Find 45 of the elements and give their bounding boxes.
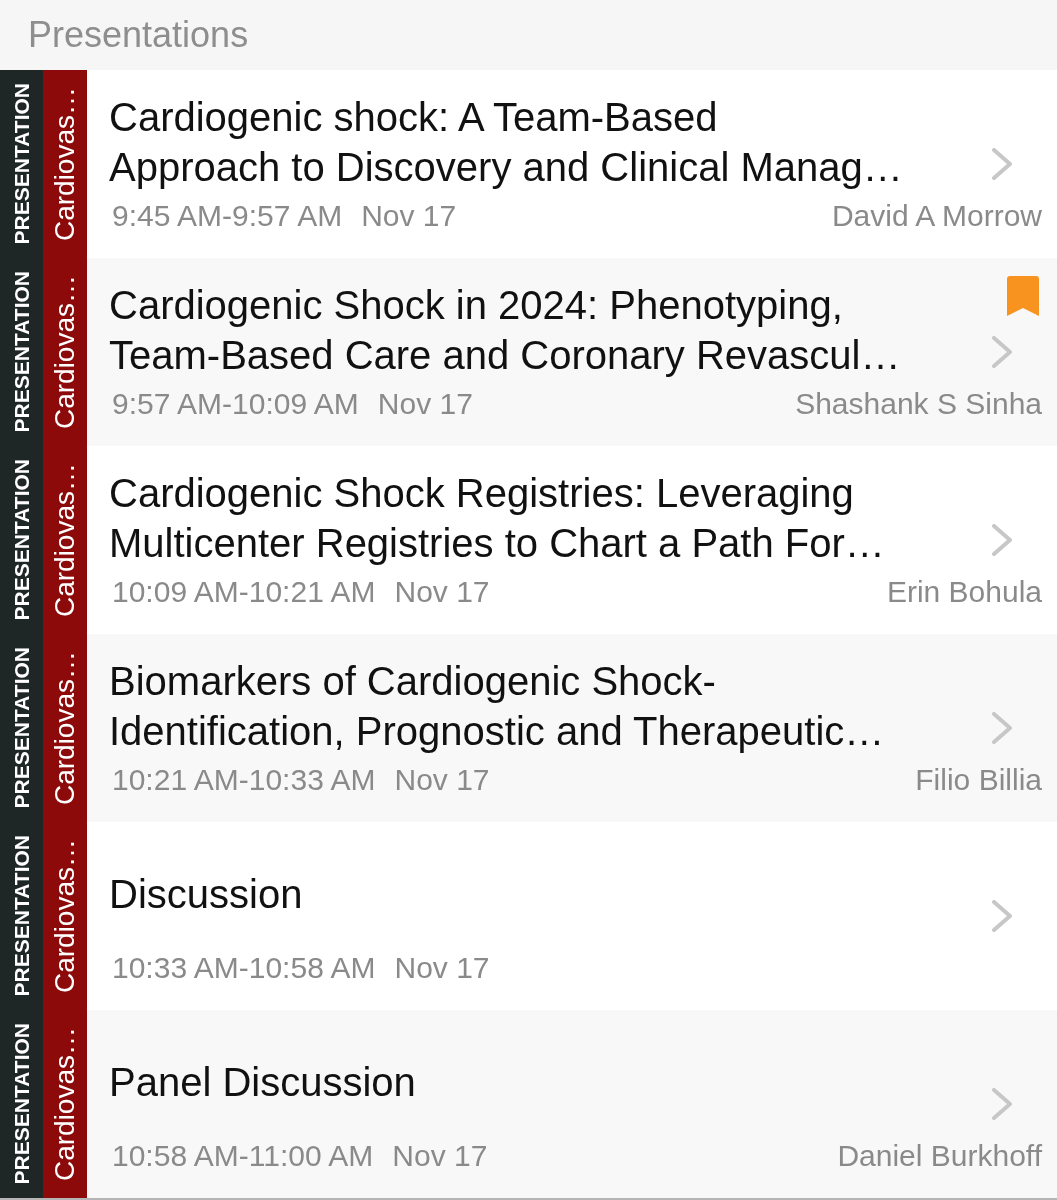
presentation-row[interactable]: PRESENTATION Cardiovas… Biomarkers of Cardiogenic Shock- Identification, Prognostic and Therapeutic… 10:21 AM-10:33 AM Nov 17 Filio Billia xyxy=(0,634,1057,822)
session-date: Nov 17 xyxy=(361,201,457,231)
session-type-label: PRESENTATION xyxy=(11,835,32,997)
time-range: 9:57 AM-10:09 AM xyxy=(112,389,359,419)
speaker-name: Erin Bohula xyxy=(886,577,1042,607)
chevron-right-icon xyxy=(992,900,1012,932)
time-range: 10:33 AM-10:58 AM xyxy=(112,953,376,983)
session-type-label: PRESENTATION xyxy=(11,459,32,621)
session-date: Nov 17 xyxy=(394,765,490,795)
presentation-title: Cardiogenic shock: A Team-Based Approach to Discovery and Clinical Manag… xyxy=(109,94,903,191)
presentation-row[interactable]: PRESENTATION Cardiovas… Cardiogenic Shock in 2024: Phenotyping, Team-Based Care and Coronary Revascul… 9:57 AM-10:09 AM Nov 17 Shashank S Sinha xyxy=(0,258,1057,446)
time-range: 10:21 AM-10:33 AM xyxy=(112,765,376,795)
speaker-name: Daniel Burkhoff xyxy=(837,1141,1042,1171)
session-date: Nov 17 xyxy=(377,389,473,419)
track-label: Cardiovas… xyxy=(51,462,79,618)
time-range: 10:09 AM-10:21 AM xyxy=(112,577,376,607)
track-label: Cardiovas… xyxy=(51,86,79,242)
track-label: Cardiovas… xyxy=(51,838,79,994)
session-type-label: PRESENTATION xyxy=(11,83,32,245)
time-range: 10:58 AM-11:00 AM xyxy=(112,1141,374,1171)
session-type-label: PRESENTATION xyxy=(11,271,32,433)
presentation-title: Cardiogenic Shock in 2024: Phenotyping, Team-Based Care and Coronary Revascul… xyxy=(109,282,901,379)
speaker-name: Shashank S Sinha xyxy=(795,389,1042,419)
track-label: Cardiovas… xyxy=(51,274,79,430)
chevron-right-icon xyxy=(992,336,1012,368)
speaker-name: David A Morrow xyxy=(831,201,1042,231)
chevron-right-icon xyxy=(992,148,1012,180)
session-type-label: PRESENTATION xyxy=(11,1023,32,1185)
session-type-label: PRESENTATION xyxy=(11,647,32,809)
presentation-title: Biomarkers of Cardiogenic Shock- Identification, Prognostic and Therapeutic… xyxy=(109,658,885,755)
session-date: Nov 17 xyxy=(394,577,490,607)
chevron-right-icon xyxy=(992,1088,1012,1120)
section-title: Presentations xyxy=(28,17,249,53)
session-date: Nov 17 xyxy=(394,953,490,983)
presentation-title: Cardiogenic Shock Registries: Leveraging Multicenter Registries to Chart a Path For… xyxy=(109,470,885,567)
speaker-name: Filio Billia xyxy=(915,765,1042,795)
presentation-title: Panel Discussion xyxy=(109,1059,416,1106)
chevron-right-icon xyxy=(992,712,1012,744)
chevron-right-icon xyxy=(992,524,1012,556)
presentation-title: Discussion xyxy=(109,871,303,918)
track-label: Cardiovas… xyxy=(51,1026,79,1182)
session-date: Nov 17 xyxy=(392,1141,488,1171)
time-range: 9:45 AM-9:57 AM xyxy=(112,201,343,231)
bookmark-icon[interactable] xyxy=(1007,276,1039,316)
track-label: Cardiovas… xyxy=(51,650,79,806)
